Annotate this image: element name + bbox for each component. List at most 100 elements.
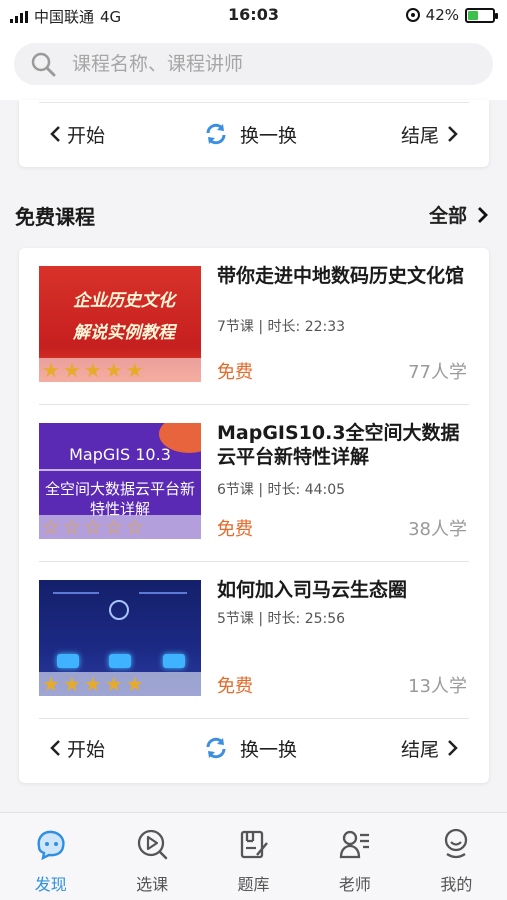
course-item[interactable]: 企业历史文化 解说实例教程 ★ ★ ★ ★ ★ 带你走进中地数码历史文化馆 7节课 | …: [39, 248, 469, 405]
course-lessons: 5节课: [217, 611, 254, 627]
teacher-icon: [339, 830, 369, 859]
recommend-card: 开始 换一换 结尾: [19, 100, 489, 167]
section-title: 免费课程: [15, 205, 95, 229]
tab-teacher[interactable]: 老师: [304, 813, 405, 900]
star-empty-icon: ☆: [125, 515, 144, 539]
chevron-right-icon: [448, 740, 458, 756]
pager-end-label: 结尾: [400, 124, 439, 147]
pager-end-label: 结尾: [400, 738, 439, 761]
pager-swap-button[interactable]: 换一换: [204, 121, 297, 148]
thumbnail-decoration: [109, 654, 131, 668]
tab-discover[interactable]: 发现: [0, 813, 101, 900]
view-all-label: 全部: [428, 205, 467, 227]
star-filled-icon: ★: [83, 358, 102, 382]
thumbnail-decoration: [57, 654, 79, 668]
star-empty-icon: ☆: [42, 515, 60, 539]
refresh-icon: [206, 123, 226, 145]
status-bar: 中国联通 4G 16:03 42%: [0, 0, 507, 30]
course-meta: 7节课 | 时长: 22:33: [217, 319, 346, 335]
course-learners: 13人学: [408, 676, 467, 697]
course-thumbnail: 企业历史文化 解说实例教程 ★ ★ ★ ★ ★: [39, 266, 201, 382]
star-filled-icon: ★: [42, 358, 60, 382]
tab-label: 选课: [136, 875, 169, 894]
rotation-lock-icon: [405, 8, 420, 22]
course-price: 免费: [217, 676, 253, 697]
rating-stars: ★ ★ ★ ★ ★: [39, 358, 201, 382]
course-title[interactable]: MapGIS10.3全空间大数据云平台新特性详解: [217, 421, 477, 469]
refresh-icon: [206, 737, 226, 759]
thumbnail-decoration: [139, 592, 187, 594]
star-empty-icon: ☆: [104, 515, 123, 539]
pager-end-button[interactable]: 结尾: [401, 735, 459, 762]
bottom-tab-bar: 发现 选课 题库 老师 我的: [0, 812, 507, 900]
star-filled-icon: ★: [42, 672, 60, 696]
pager-swap-label: 换一换: [240, 124, 298, 147]
question-bank-icon: [240, 830, 268, 859]
search-bar: [0, 30, 507, 100]
thumbnail-text: 企业历史文化: [73, 291, 175, 311]
course-thumbnail: ★ ★ ★ ★ ★: [39, 580, 201, 696]
profile-icon: [445, 828, 468, 859]
course-lessons: 6节课: [217, 482, 254, 498]
course-thumbnail: MapGIS 10.3 全空间大数据云平台新特性详解 ☆ ☆ ☆ ☆ ☆: [39, 423, 201, 539]
course-duration: 时长: 44:05: [267, 482, 346, 498]
tab-profile[interactable]: 我的: [406, 813, 507, 900]
star-empty-icon: ☆: [62, 515, 81, 539]
section-header: 免费课程 全部: [0, 192, 507, 236]
status-right: 42%: [405, 6, 498, 24]
star-filled-icon: ★: [104, 672, 123, 696]
star-filled-icon: ★: [104, 358, 123, 382]
star-filled-icon: ★: [83, 672, 102, 696]
pager-swap-button[interactable]: 换一换: [204, 735, 297, 762]
tab-question-bank[interactable]: 题库: [203, 813, 304, 900]
star-filled-icon: ★: [62, 672, 81, 696]
star-filled-icon: ★: [125, 672, 144, 696]
discover-icon: [37, 830, 65, 861]
pager-start-button[interactable]: 开始: [49, 121, 105, 148]
course-duration: 时长: 25:56: [267, 611, 346, 627]
search-box[interactable]: [14, 43, 493, 85]
course-price: 免费: [217, 519, 253, 540]
course-lessons: 7节课: [217, 319, 254, 335]
pager-start-label: 开始: [67, 738, 106, 761]
course-meta: 6节课 | 时长: 44:05: [217, 482, 346, 498]
tab-label: 我的: [440, 875, 473, 894]
battery-percent: 42%: [425, 6, 459, 24]
thumbnail-decoration: [53, 592, 99, 594]
chevron-left-icon: [50, 126, 60, 142]
thumbnail-text: MapGIS 10.3: [69, 445, 171, 464]
star-empty-icon: ☆: [83, 515, 102, 539]
thumbnail-decoration: [163, 654, 185, 668]
tab-label: 老师: [338, 875, 371, 894]
tab-courses[interactable]: 选课: [101, 813, 202, 900]
thumbnail-decoration: [39, 469, 201, 471]
divider: [39, 102, 469, 103]
view-all-button[interactable]: 全部: [429, 201, 489, 228]
course-price: 免费: [217, 362, 253, 383]
battery-fill: [468, 10, 478, 20]
chevron-left-icon: [50, 740, 60, 756]
tab-label: 发现: [34, 875, 67, 894]
pager: 开始 换一换 结尾: [19, 116, 489, 152]
course-meta: 5节课 | 时长: 25:56: [217, 611, 346, 627]
course-list-card: 企业历史文化 解说实例教程 ★ ★ ★ ★ ★ 带你走进中地数码历史文化馆 7节课 | …: [19, 248, 489, 783]
play-circle-icon: [137, 829, 168, 860]
battery-icon: [465, 7, 498, 23]
rating-stars: ☆ ☆ ☆ ☆ ☆: [39, 515, 201, 539]
star-filled-icon: ★: [125, 358, 144, 382]
pager-start-button[interactable]: 开始: [49, 735, 105, 762]
thumbnail-text: 全空间大数据云平台新特性详解: [44, 480, 195, 518]
course-title[interactable]: 带你走进中地数码历史文化馆: [217, 264, 477, 288]
pager-end-button[interactable]: 结尾: [401, 121, 459, 148]
tab-label: 题库: [237, 875, 270, 894]
thumbnail-text: 解说实例教程: [73, 323, 175, 343]
search-icon: [31, 52, 56, 77]
search-input[interactable]: [72, 53, 472, 75]
course-item[interactable]: MapGIS 10.3 全空间大数据云平台新特性详解 ☆ ☆ ☆ ☆ ☆ MapGIS1…: [39, 405, 469, 562]
course-duration: 时长: 22:33: [267, 319, 346, 335]
chevron-right-icon: [448, 126, 458, 142]
star-filled-icon: ★: [62, 358, 81, 382]
course-learners: 38人学: [408, 519, 467, 540]
course-title[interactable]: 如何加入司马云生态圈: [217, 578, 477, 602]
course-item[interactable]: ★ ★ ★ ★ ★ 如何加入司马云生态圈 5节课 | 时长: 25:56 免费 13人学: [39, 562, 469, 719]
